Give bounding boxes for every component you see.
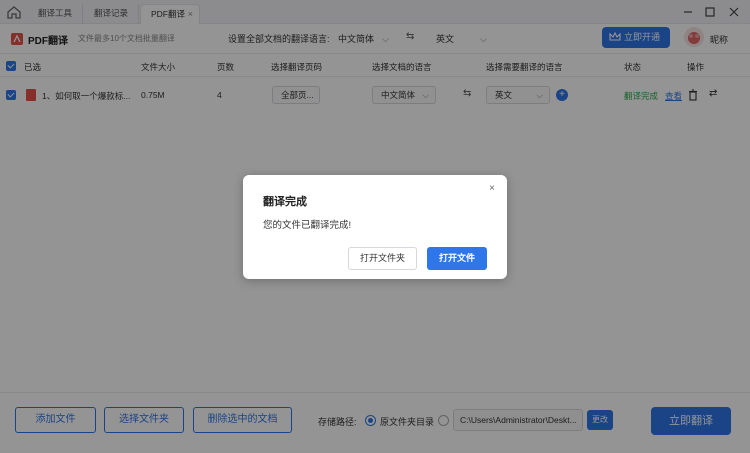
open-file-button[interactable]: 打开文件 [427,247,487,270]
dialog-message: 您的文件已翻译完成! [263,220,352,231]
open-folder-button[interactable]: 打开文件夹 [348,247,417,270]
close-icon[interactable]: × [489,183,495,194]
translate-complete-dialog: 翻译完成 × 您的文件已翻译完成! 打开文件夹 打开文件 [243,175,507,279]
dialog-title: 翻译完成 [263,196,307,208]
